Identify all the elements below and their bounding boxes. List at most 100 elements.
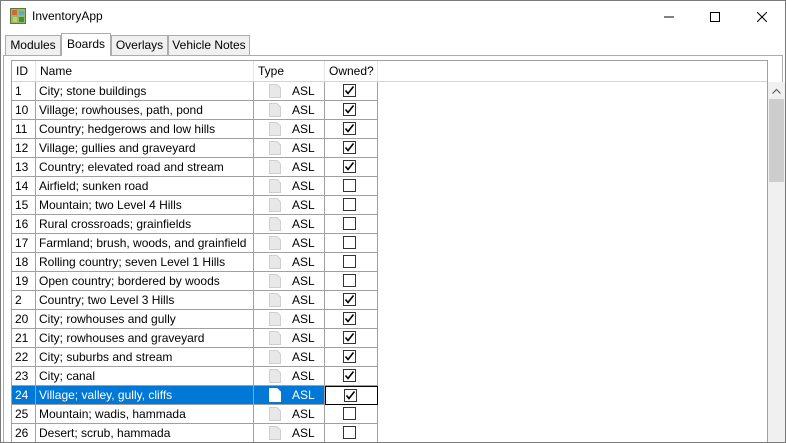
cell-id[interactable]: 25 bbox=[12, 405, 36, 424]
cell-id[interactable]: 12 bbox=[12, 139, 36, 158]
cell-name[interactable]: Airfield; sunken road bbox=[36, 177, 254, 196]
owned-checkbox[interactable] bbox=[343, 236, 356, 249]
tab-overlays[interactable]: Overlays bbox=[111, 35, 168, 56]
column-header-id[interactable]: ID bbox=[12, 61, 36, 81]
table-row[interactable]: 16 Rural crossroads; grainfields ASL bbox=[12, 215, 767, 234]
cell-name[interactable]: City; stone buildings bbox=[36, 82, 254, 101]
cell-id[interactable]: 2 bbox=[12, 291, 36, 310]
cell-id[interactable]: 20 bbox=[12, 310, 36, 329]
table-row[interactable]: 21 City; rowhouses and graveyard ASL bbox=[12, 329, 767, 348]
cell-name[interactable]: Village; rowhouses, path, pond bbox=[36, 101, 254, 120]
cell-name[interactable]: City; rowhouses and gully bbox=[36, 310, 254, 329]
cell-type[interactable]: ASL bbox=[254, 253, 325, 272]
cell-type[interactable]: ASL bbox=[254, 196, 325, 215]
cell-id[interactable]: 18 bbox=[12, 253, 36, 272]
vertical-scrollbar[interactable] bbox=[768, 82, 785, 442]
cell-id[interactable]: 15 bbox=[12, 196, 36, 215]
owned-checkbox[interactable] bbox=[343, 141, 356, 154]
cell-type[interactable]: ASL bbox=[254, 329, 325, 348]
title-bar[interactable]: InventoryApp bbox=[1, 1, 785, 32]
table-row[interactable]: 11 Country; hedgerows and low hills ASL bbox=[12, 120, 767, 139]
cell-id[interactable]: 13 bbox=[12, 158, 36, 177]
table-row[interactable]: 14 Airfield; sunken road ASL bbox=[12, 177, 767, 196]
owned-checkbox[interactable] bbox=[343, 198, 356, 211]
table-row[interactable]: 1 City; stone buildings ASL bbox=[12, 82, 767, 101]
cell-type[interactable]: ASL bbox=[254, 120, 325, 139]
cell-name[interactable]: Desert; scrub, hammada bbox=[36, 424, 254, 442]
column-header-type[interactable]: Type bbox=[254, 61, 325, 81]
cell-id[interactable]: 22 bbox=[12, 348, 36, 367]
cell-name[interactable]: City; rowhouses and graveyard bbox=[36, 329, 254, 348]
table-row[interactable]: 18 Rolling country; seven Level 1 Hills AS… bbox=[12, 253, 767, 272]
cell-id[interactable]: 21 bbox=[12, 329, 36, 348]
cell-name[interactable]: Mountain; two Level 4 Hills bbox=[36, 196, 254, 215]
owned-checkbox[interactable] bbox=[343, 331, 356, 344]
table-row[interactable]: 24 Village; valley, gully, cliffs ASL bbox=[12, 386, 767, 405]
cell-type[interactable]: ASL bbox=[254, 101, 325, 120]
owned-checkbox[interactable] bbox=[343, 369, 356, 382]
cell-type[interactable]: ASL bbox=[254, 215, 325, 234]
cell-id[interactable]: 10 bbox=[12, 101, 36, 120]
table-row[interactable]: 2 Country; two Level 3 Hills ASL bbox=[12, 291, 767, 310]
cell-type[interactable]: ASL bbox=[254, 177, 325, 196]
cell-id[interactable]: 24 bbox=[12, 386, 36, 405]
cell-name[interactable]: Country; hedgerows and low hills bbox=[36, 120, 254, 139]
cell-type[interactable]: ASL bbox=[254, 272, 325, 291]
cell-name[interactable]: City; suburbs and stream bbox=[36, 348, 254, 367]
cell-type[interactable]: ASL bbox=[254, 82, 325, 101]
table-row[interactable]: 20 City; rowhouses and gully ASL bbox=[12, 310, 767, 329]
column-header-owned[interactable]: Owned? bbox=[325, 61, 378, 81]
owned-checkbox[interactable] bbox=[343, 293, 356, 306]
owned-checkbox[interactable] bbox=[343, 274, 356, 287]
cell-id[interactable]: 17 bbox=[12, 234, 36, 253]
cell-type[interactable]: ASL bbox=[254, 291, 325, 310]
owned-checkbox[interactable] bbox=[343, 217, 356, 230]
cell-name[interactable]: Mountain; wadis, hammada bbox=[36, 405, 254, 424]
cell-name[interactable]: Country; two Level 3 Hills bbox=[36, 291, 254, 310]
boards-grid[interactable]: ID Name Type Owned? 1 City; stone buildin… bbox=[11, 60, 768, 442]
table-row[interactable]: 12 Village; gullies and graveyard ASL bbox=[12, 139, 767, 158]
cell-type[interactable]: ASL bbox=[254, 234, 325, 253]
table-row[interactable]: 26 Desert; scrub, hammada ASL bbox=[12, 424, 767, 442]
cell-type[interactable]: ASL bbox=[254, 367, 325, 386]
table-row[interactable]: 17 Farmland; brush, woods, and grainfield… bbox=[12, 234, 767, 253]
column-header-name[interactable]: Name bbox=[36, 61, 254, 81]
scroll-up-button[interactable] bbox=[768, 82, 785, 99]
owned-checkbox[interactable] bbox=[343, 312, 356, 325]
tab-modules[interactable]: Modules bbox=[5, 35, 61, 56]
table-row[interactable]: 15 Mountain; two Level 4 Hills ASL bbox=[12, 196, 767, 215]
cell-name[interactable]: Country; elevated road and stream bbox=[36, 158, 254, 177]
owned-checkbox[interactable] bbox=[343, 350, 356, 363]
cell-id[interactable]: 26 bbox=[12, 424, 36, 442]
owned-checkbox[interactable] bbox=[343, 160, 356, 173]
cell-id[interactable]: 16 bbox=[12, 215, 36, 234]
cell-id[interactable]: 11 bbox=[12, 120, 36, 139]
owned-checkbox[interactable] bbox=[343, 426, 356, 439]
cell-type[interactable]: ASL bbox=[254, 310, 325, 329]
scroll-thumb[interactable] bbox=[769, 99, 784, 182]
cell-id[interactable]: 23 bbox=[12, 367, 36, 386]
owned-checkbox[interactable] bbox=[343, 122, 356, 135]
cell-id[interactable]: 1 bbox=[12, 82, 36, 101]
cell-type[interactable]: ASL bbox=[254, 405, 325, 424]
cell-type[interactable]: ASL bbox=[254, 158, 325, 177]
table-row[interactable]: 19 Open country; bordered by woods ASL bbox=[12, 272, 767, 291]
cell-type[interactable]: ASL bbox=[254, 386, 325, 405]
owned-checkbox[interactable] bbox=[343, 407, 356, 420]
cell-name[interactable]: City; canal bbox=[36, 367, 254, 386]
maximize-button[interactable] bbox=[692, 1, 738, 32]
close-button[interactable] bbox=[739, 1, 785, 32]
table-row[interactable]: 10 Village; rowhouses, path, pond ASL bbox=[12, 101, 767, 120]
cell-name[interactable]: Village; valley, gully, cliffs bbox=[36, 386, 254, 405]
owned-checkbox[interactable] bbox=[343, 255, 356, 268]
cell-type[interactable]: ASL bbox=[254, 348, 325, 367]
table-row[interactable]: 23 City; canal ASL bbox=[12, 367, 767, 386]
cell-name[interactable]: Open country; bordered by woods bbox=[36, 272, 254, 291]
cell-type[interactable]: ASL bbox=[254, 139, 325, 158]
table-row[interactable]: 22 City; suburbs and stream ASL bbox=[12, 348, 767, 367]
table-row[interactable]: 25 Mountain; wadis, hammada ASL bbox=[12, 405, 767, 424]
owned-checkbox[interactable] bbox=[344, 389, 357, 402]
cell-type[interactable]: ASL bbox=[254, 424, 325, 442]
tab-vehicle-notes[interactable]: Vehicle Notes bbox=[168, 35, 250, 56]
cell-name[interactable]: Farmland; brush, woods, and grainfield bbox=[36, 234, 254, 253]
